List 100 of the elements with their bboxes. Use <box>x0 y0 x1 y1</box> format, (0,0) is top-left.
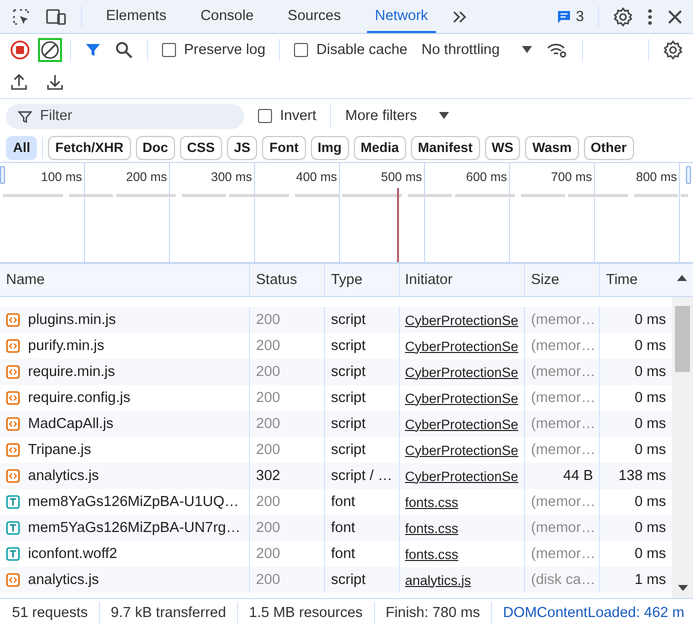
script-file-icon <box>6 339 20 353</box>
initiator-link[interactable]: analytics.js <box>405 572 472 588</box>
request-name[interactable]: Tripane.js <box>28 442 92 458</box>
initiator-link[interactable]: fonts.css <box>405 546 458 562</box>
table-cell-text: 1 ms <box>634 571 667 590</box>
filter-icon[interactable] <box>85 42 101 58</box>
type-filter-chip[interactable]: Media <box>354 136 406 160</box>
script-file-icon <box>6 313 20 327</box>
initiator-link[interactable]: CyberProtectionSe <box>405 364 518 380</box>
initiator-link[interactable]: CyberProtectionSe <box>405 468 518 484</box>
request-name[interactable]: purify.min.js <box>28 338 104 354</box>
table-cell: script <box>325 307 400 333</box>
table-cell: 44 B <box>525 463 600 489</box>
column-header[interactable]: Initiator <box>400 264 525 296</box>
scroll-down-icon[interactable] <box>678 584 688 592</box>
table-cell-text: 0 ms <box>634 337 667 356</box>
network-conditions-icon[interactable] <box>546 41 568 59</box>
more-tabs-icon[interactable] <box>452 8 468 24</box>
scroll-up-icon[interactable] <box>677 274 687 282</box>
status-link[interactable]: DOMContentLoaded: 462 m <box>502 604 684 620</box>
request-name[interactable]: mem5YaGs126MiZpBA-UN7rg… <box>28 520 240 536</box>
request-name[interactable]: analytics.js <box>28 468 99 484</box>
type-filter-chip[interactable]: WS <box>484 136 520 160</box>
table-cell: 200 <box>250 411 325 437</box>
time-tick-label: 700 ms <box>551 170 592 184</box>
table-cell-text: 0 ms <box>634 363 667 382</box>
initiator-link[interactable]: fonts.css <box>405 520 458 536</box>
invert-checkbox[interactable]: Invert <box>258 108 316 124</box>
table-cell: (memor… <box>525 359 600 385</box>
script-file-icon <box>6 469 20 483</box>
request-name[interactable]: mem8YaGs126MiZpBA-U1UQ… <box>28 494 239 510</box>
more-options-icon[interactable] <box>647 8 653 26</box>
close-icon[interactable] <box>667 8 683 24</box>
column-header[interactable]: Name <box>0 264 250 296</box>
table-cell: (memor… <box>525 307 600 333</box>
device-icon[interactable] <box>45 6 67 26</box>
table-cell: (disk ca… <box>525 567 600 593</box>
column-header[interactable]: Time <box>600 264 672 296</box>
column-header[interactable]: Status <box>250 264 325 296</box>
more-filters-dropdown[interactable]: More filters <box>345 108 449 124</box>
table-cell-text: 0 ms <box>634 441 667 460</box>
throttling-dropdown[interactable]: No throttling <box>421 42 532 58</box>
initiator-link[interactable]: fonts.css <box>405 494 458 510</box>
stop-recording-icon[interactable] <box>10 40 30 60</box>
request-name[interactable]: iconfont.woff2 <box>28 546 118 562</box>
settings-icon[interactable] <box>663 40 683 60</box>
table-cell: script <box>325 359 400 385</box>
table-cell: font <box>325 515 400 541</box>
column-header[interactable]: Size <box>525 264 600 296</box>
request-name[interactable]: require.min.js <box>28 364 116 380</box>
time-tick-label: 200 ms <box>126 170 167 184</box>
scrollbar-thumb[interactable] <box>675 306 690 372</box>
download-icon[interactable] <box>46 73 64 91</box>
time-tick-label: 100 ms <box>41 170 82 184</box>
type-filter-chip[interactable]: Wasm <box>525 136 579 160</box>
initiator-link[interactable]: CyberProtectionSe <box>405 390 518 406</box>
font-file-icon <box>6 547 20 561</box>
request-name[interactable]: analytics.js <box>28 572 99 588</box>
table-cell: script / … <box>325 463 400 489</box>
issues-button[interactable]: 3 <box>556 8 584 24</box>
type-filter-chip[interactable]: Manifest <box>410 136 480 160</box>
type-filter-chip[interactable]: Other <box>584 136 634 160</box>
table-cell-text: 0 ms <box>634 519 667 538</box>
type-filter-chip[interactable]: Font <box>262 136 306 160</box>
clear-icon[interactable] <box>38 38 62 62</box>
request-name[interactable]: plugins.min.js <box>28 312 116 328</box>
table-cell-text: 138 ms <box>617 467 667 486</box>
type-filter-chip[interactable]: Fetch/XHR <box>48 136 131 160</box>
initiator-link[interactable]: CyberProtectionSe <box>405 442 518 458</box>
settings-icon[interactable] <box>613 6 633 26</box>
status-text: 51 requests <box>12 604 88 620</box>
request-name[interactable]: MadCapAll.js <box>28 416 114 432</box>
preserve-log-checkbox[interactable]: Preserve log <box>162 42 266 58</box>
search-icon[interactable] <box>115 41 133 59</box>
table-cell: 200 <box>250 567 325 593</box>
filter-field[interactable]: Filter <box>6 104 244 128</box>
request-name[interactable]: require.config.js <box>28 390 130 406</box>
panel-tab[interactable]: Network <box>366 0 436 33</box>
upload-icon[interactable] <box>10 73 28 91</box>
inspect-icon[interactable] <box>11 6 31 26</box>
table-cell: (memor… <box>525 515 600 541</box>
range-handle[interactable] <box>0 166 5 184</box>
type-filter-chip[interactable]: Doc <box>136 136 176 160</box>
script-file-icon <box>6 573 20 587</box>
initiator-link[interactable]: CyberProtectionSe <box>405 312 518 328</box>
type-filter-chip[interactable]: Img <box>310 136 349 160</box>
font-file-icon <box>6 495 20 509</box>
panel-tab[interactable]: Console <box>192 0 262 33</box>
type-filter-chip[interactable]: CSS <box>180 136 222 160</box>
panel-tab[interactable]: Elements <box>98 0 174 33</box>
type-filter-chip[interactable]: JS <box>226 136 258 160</box>
initiator-link[interactable]: CyberProtectionSe <box>405 416 518 432</box>
disable-cache-checkbox[interactable]: Disable cache <box>294 42 408 58</box>
initiator-link[interactable]: CyberProtectionSe <box>405 338 518 354</box>
column-header[interactable]: Type <box>325 264 400 296</box>
range-handle[interactable] <box>686 166 691 184</box>
time-tick-label: 800 ms <box>636 170 677 184</box>
type-filter-chip[interactable]: All <box>6 136 38 160</box>
panel-tab[interactable]: Sources <box>280 0 349 33</box>
font-file-icon <box>6 521 20 535</box>
